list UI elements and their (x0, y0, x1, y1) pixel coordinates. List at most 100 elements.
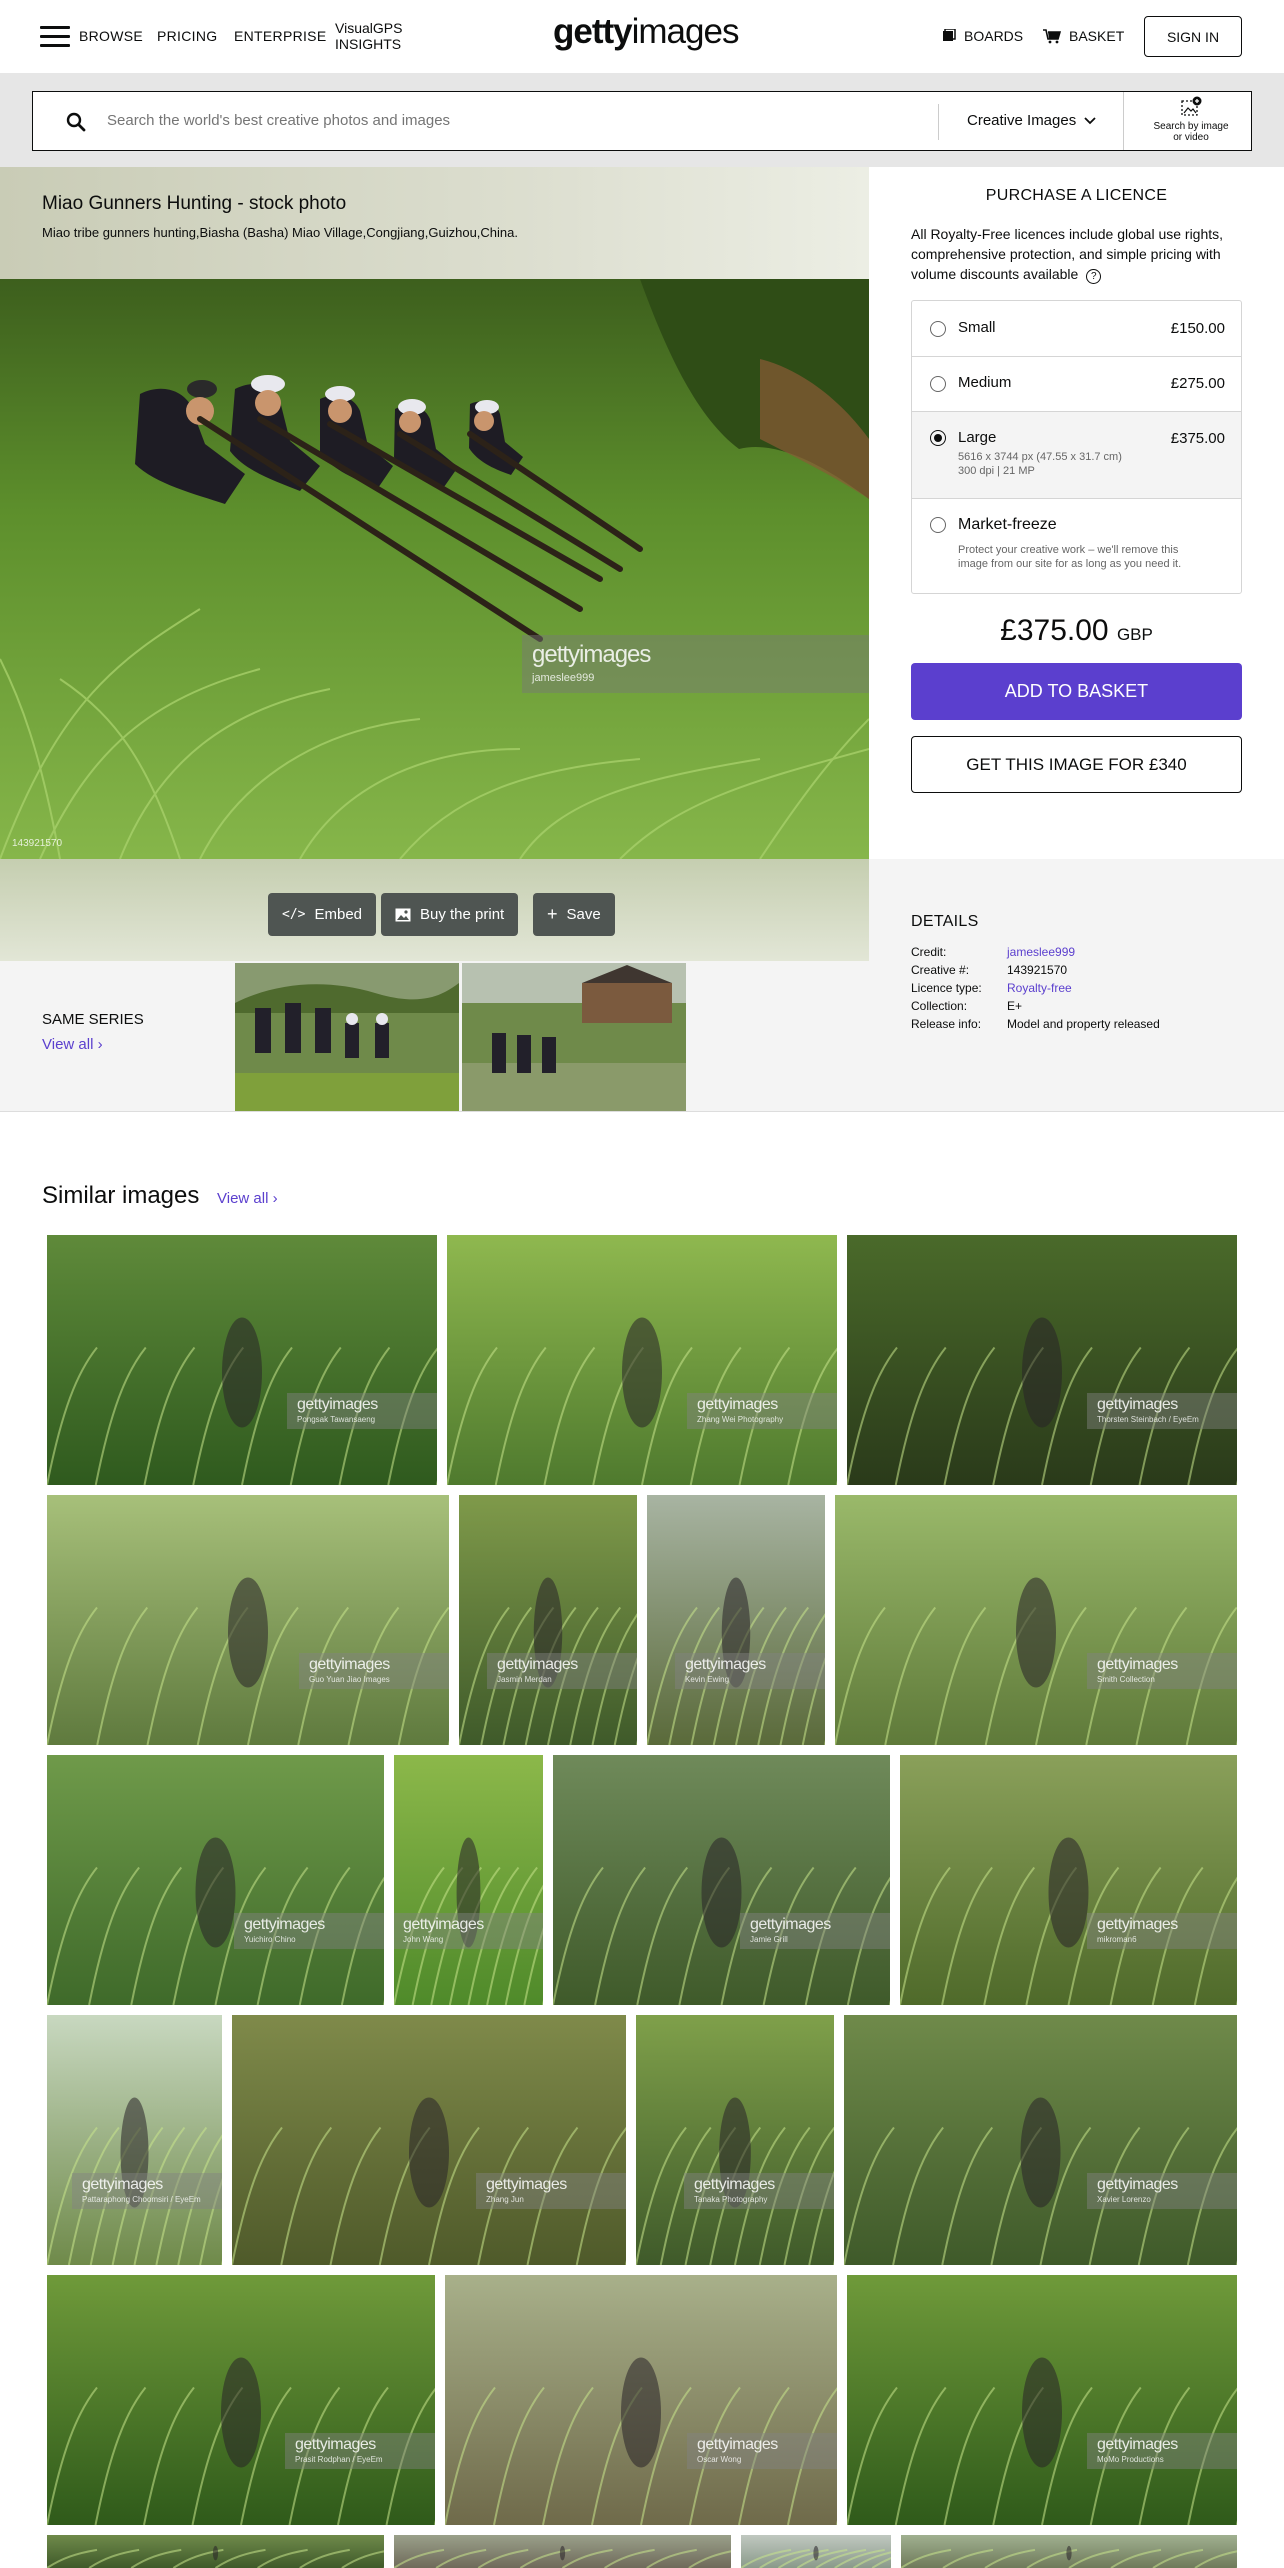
licence-info: All Royalty-Free licences include global… (911, 224, 1246, 284)
tile-watermark: gettyimages Jamie Grill (740, 1912, 890, 1949)
series-thumbnail[interactable] (462, 963, 686, 1111)
option-label: Large (958, 429, 997, 446)
image-icon (395, 908, 411, 921)
tile-watermark-credit: Jamie Grill (750, 1934, 788, 1944)
tile-watermark-logo: gettyimages (1097, 1915, 1178, 1933)
similar-image-tile[interactable]: gettyimages Thorsten Steinbach / EyeEm (847, 1235, 1237, 1485)
similar-image-tile[interactable]: gettyimages Zhang Jun (232, 2015, 626, 2265)
similar-image-tile[interactable]: gettyimages Guo Yuan Jiao Images (47, 1495, 449, 1745)
price-currency: GBP (1116, 625, 1153, 644)
logo-light: images (631, 12, 740, 51)
similar-image-tile[interactable]: gettyimages Pattaraphong Choomsiri / EyeE… (47, 2015, 222, 2265)
chevron-right-icon: › (272, 1190, 278, 1207)
getty-logo[interactable]: gettyimages (553, 12, 740, 52)
view-all-label: View all (217, 1190, 269, 1207)
save-label: Save (566, 906, 601, 923)
similar-image-tile[interactable]: gettyimages Pongsak Tawansaeng (47, 1235, 437, 1485)
tile-watermark-credit: John Wang (403, 1934, 444, 1944)
search-icon[interactable] (66, 112, 86, 132)
similar-image-graphic (47, 2357, 435, 2525)
similar-image-tile[interactable] (741, 2535, 891, 2568)
series-thumbnail[interactable] (235, 963, 459, 1111)
embed-button[interactable]: </> Embed (268, 893, 377, 936)
add-to-basket-button[interactable]: ADD TO BASKET (911, 663, 1242, 720)
search-input[interactable] (107, 112, 927, 129)
similar-image-tile[interactable]: gettyimages Jasmin Merdan (459, 1495, 637, 1745)
licence-option-small[interactable]: Small £150.00 (912, 301, 1241, 357)
tile-watermark-credit: Kevin Ewing (685, 1674, 730, 1684)
basket-link[interactable]: BASKET (1043, 28, 1124, 44)
boards-icon (943, 29, 956, 41)
image-title-band: Miao Gunners Hunting - stock photo Miao … (0, 167, 869, 279)
similar-image-tile[interactable]: gettyimages Tanaka Photography (636, 2015, 834, 2265)
boards-link[interactable]: BOARDS (942, 28, 1023, 44)
licence-options: Small £150.00 Medium £275.00 Large £375.… (911, 300, 1242, 594)
credit-link[interactable]: jameslee999 (1007, 945, 1075, 959)
get-image-button[interactable]: GET THIS IMAGE FOR £340 (911, 736, 1242, 793)
similar-image-tile[interactable]: gettyimages Zhang Wei Photography (447, 1235, 837, 1485)
radio-medium[interactable] (930, 376, 946, 392)
similar-image-graphic (445, 2357, 837, 2525)
tile-watermark-logo: gettyimages (697, 1395, 778, 1413)
similar-image-tile[interactable] (901, 2535, 1237, 2568)
tile-watermark: gettyimages Oscar Wong (687, 2432, 837, 2469)
search-by-image-button[interactable]: Search by image or video (1145, 96, 1237, 143)
tile-watermark-credit: Zhang Jun (486, 2194, 524, 2204)
similar-image-graphic (847, 1317, 1237, 1485)
total-price: £375.00 GBP (869, 614, 1284, 648)
similar-image-tile[interactable] (394, 2535, 731, 2568)
tile-watermark-credit: Smith Collection (1097, 1674, 1155, 1684)
similar-image-tile[interactable]: gettyimages Oscar Wong (445, 2275, 837, 2525)
similar-image-graphic (459, 1577, 637, 1745)
main-image[interactable]: gettyimages jameslee999 143921570 (0, 279, 869, 859)
similar-image-tile[interactable]: gettyimages Yuichiro Chino (47, 1755, 384, 2005)
nav-browse[interactable]: BROWSE (79, 28, 143, 44)
details-panel: DETAILS Credit: jameslee999 Creative #: 14… (869, 859, 1284, 1111)
menu-icon[interactable] (40, 26, 70, 48)
tile-watermark: gettyimages Zhang Wei Photography (687, 1392, 837, 1429)
save-button[interactable]: + Save (533, 893, 615, 936)
similar-image-tile[interactable]: gettyimages Prasit Rodphan / EyeEm (47, 2275, 435, 2525)
same-series-view-all[interactable]: View all › (42, 1036, 103, 1053)
similar-view-all[interactable]: View all › (217, 1190, 278, 1207)
watermark-credit: jameslee999 (532, 672, 595, 684)
nav-enterprise[interactable]: ENTERPRISE (234, 28, 326, 44)
similar-image-tile[interactable]: gettyimages Kevin Ewing (647, 1495, 825, 1745)
similar-image-tile[interactable]: gettyimages Jamie Grill (553, 1755, 890, 2005)
option-price: £375.00 (1170, 430, 1225, 447)
detail-value: E+ (1007, 999, 1023, 1013)
sign-in-button[interactable]: SIGN IN (1144, 16, 1242, 57)
option-resolution: 300 dpi | 21 MP (958, 465, 1035, 477)
radio-large[interactable] (930, 430, 946, 446)
tile-watermark-credit: Xavier Lorenzo (1097, 2194, 1151, 2204)
nav-visualgps[interactable]: VisualGPS INSIGHTS (335, 20, 402, 52)
option-price: £275.00 (1170, 375, 1225, 392)
similar-images-title: Similar images (42, 1182, 200, 1209)
similar-image-graphic (900, 1837, 1237, 2005)
details-title: DETAILS (911, 913, 979, 930)
buy-print-label: Buy the print (420, 906, 505, 923)
detail-value: Model and property released (1007, 1017, 1160, 1031)
image-type-select[interactable]: Creative Images (967, 112, 1096, 129)
help-icon[interactable]: ? (1086, 269, 1102, 284)
radio-market-freeze[interactable] (930, 517, 946, 533)
radio-small[interactable] (930, 321, 946, 337)
buy-print-button[interactable]: Buy the print (381, 893, 519, 936)
detail-key: Credit: (911, 945, 947, 959)
similar-image-tile[interactable]: gettyimages John Wang (394, 1755, 543, 2005)
licence-option-medium[interactable]: Medium £275.00 (912, 357, 1241, 412)
similar-image-tile[interactable] (47, 2535, 384, 2568)
same-series-label: SAME SERIES (42, 1011, 144, 1028)
similar-image-tile[interactable]: gettyimages mikroman6 (900, 1755, 1237, 2005)
similar-image-tile[interactable]: gettyimages Xavier Lorenzo (844, 2015, 1237, 2265)
tile-watermark-logo: gettyimages (309, 1655, 390, 1673)
similar-image-tile[interactable]: gettyimages Smith Collection (835, 1495, 1237, 1745)
nav-pricing[interactable]: PRICING (157, 28, 217, 44)
option-description: Protect your creative work – we'll remov… (958, 544, 1182, 570)
similar-image-tile[interactable]: gettyimages MoMo Productions (847, 2275, 1237, 2525)
tile-watermark-credit: mikroman6 (1097, 1934, 1137, 1944)
tile-watermark-credit: Yuichiro Chino (244, 1934, 296, 1944)
licence-option-large[interactable]: Large £375.00 5616 x 3744 px (47.55 x 31… (912, 412, 1241, 499)
licence-type-link[interactable]: Royalty-free (1007, 981, 1072, 995)
licence-option-market-freeze[interactable]: Market-freeze Protect your creative work… (912, 499, 1241, 593)
